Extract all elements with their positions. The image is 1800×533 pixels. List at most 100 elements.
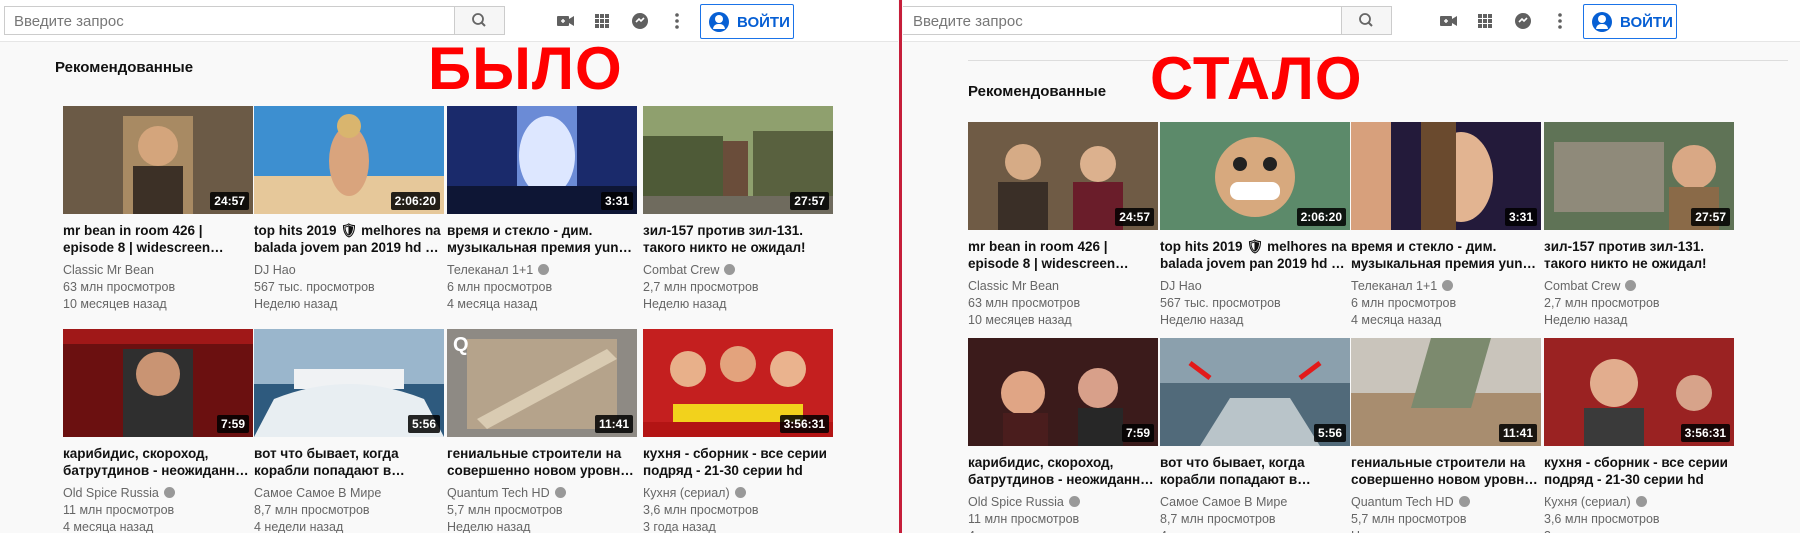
divider	[899, 0, 902, 533]
masthead: Введите запрос ВОЙТИ	[903, 0, 1800, 42]
login-label: ВОЙТИ	[737, 14, 790, 31]
video-card[interactable]: 27:57 зил-157 против зил-131. такого никт…	[1544, 122, 1734, 329]
video-thumbnail[interactable]: 2:06:20	[254, 106, 444, 214]
view-count: 567 тыс. просмотров	[254, 280, 375, 294]
video-thumbnail[interactable]: 7:59	[968, 338, 1158, 446]
video-title[interactable]: top hits 2019 🛡 melhores na balada jovem…	[1160, 238, 1350, 272]
video-thumbnail[interactable]: 3:56:31	[643, 329, 833, 437]
video-thumbnail[interactable]: 5:56	[254, 329, 444, 437]
video-card[interactable]: Q 11:41 гениальные строители на совершенно…	[447, 329, 637, 533]
video-card[interactable]: 7:59 карибидис, скороход, батрутдинов - н…	[63, 329, 253, 533]
channel-name[interactable]: Old Spice Russia	[968, 495, 1064, 509]
video-card[interactable]: 27:57 зил-157 против зил-131. такого никт…	[643, 106, 833, 313]
messages-icon[interactable]	[629, 10, 651, 32]
login-button[interactable]: ВОЙТИ	[700, 4, 794, 39]
video-title[interactable]: время и стекло - дим. музыкальная премия…	[447, 222, 637, 256]
duration-badge: 5:56	[1313, 424, 1346, 442]
search-input[interactable]: Введите запрос	[903, 6, 1342, 35]
video-thumbnail[interactable]: 3:56:31	[1544, 338, 1734, 446]
video-card[interactable]: 5:56 вот что бывает, когда корабли попада…	[1160, 338, 1350, 533]
video-thumbnail[interactable]: 11:41	[1351, 338, 1541, 446]
channel-name[interactable]: Combat Crew	[643, 263, 719, 277]
video-thumbnail[interactable]: 3:31	[447, 106, 637, 214]
before-label: БЫЛО	[428, 35, 623, 102]
view-count: 5,7 млн просмотров	[447, 503, 563, 517]
channel-name[interactable]: Quantum Tech HD	[447, 486, 550, 500]
messages-icon[interactable]	[1512, 10, 1534, 32]
video-card[interactable]: 2:06:20 top hits 2019 🛡 melhores na balad…	[1160, 122, 1350, 329]
video-thumbnail[interactable]: 27:57	[1544, 122, 1734, 230]
video-card[interactable]: 5:56 вот что бывает, когда корабли попада…	[254, 329, 444, 533]
video-card[interactable]: 3:31 время и стекло - дим. музыкальная пр…	[447, 106, 637, 313]
video-title[interactable]: время и стекло - дим. музыкальная премия…	[1351, 238, 1541, 272]
video-thumbnail[interactable]: Q 11:41	[447, 329, 637, 437]
video-card[interactable]: 2:06:20 top hits 2019 🛡 melhores na balad…	[254, 106, 444, 313]
channel-name[interactable]: Телеканал 1+1	[447, 263, 533, 277]
channel-name[interactable]: Самое Самое В Мире	[1160, 495, 1287, 509]
video-title[interactable]: карибидис, скороход, батрутдинов - неожи…	[63, 445, 253, 479]
video-thumbnail[interactable]: 2:06:20	[1160, 122, 1350, 230]
channel-name[interactable]: Classic Mr Bean	[63, 263, 154, 277]
video-thumbnail[interactable]: 27:57	[643, 106, 833, 214]
video-thumbnail[interactable]: 5:56	[1160, 338, 1350, 446]
video-title[interactable]: зил-157 против зил-131. такого никто не …	[643, 222, 833, 256]
channel-name[interactable]: Самое Самое В Мире	[254, 486, 381, 500]
channel-name[interactable]: Кухня (сериал)	[643, 486, 730, 500]
upload-age: Неделю назад	[1351, 528, 1541, 533]
video-title[interactable]: top hits 2019 🛡 melhores na balada jovem…	[254, 222, 444, 256]
separator	[968, 60, 1788, 61]
video-thumbnail[interactable]: 24:57	[63, 106, 253, 214]
channel-line: Quantum Tech HD	[447, 485, 637, 502]
video-thumbnail[interactable]: 3:31	[1351, 122, 1541, 230]
video-card[interactable]: 3:56:31 кухня - сборник - все серии подря…	[643, 329, 833, 533]
duration-badge: 24:57	[210, 192, 249, 210]
video-card[interactable]: 3:31 время и стекло - дим. музыкальная пр…	[1351, 122, 1541, 329]
video-title[interactable]: гениальные строители на совершенно новом…	[447, 445, 637, 479]
search-button[interactable]	[455, 6, 505, 35]
upload-age: Неделю назад	[254, 297, 338, 311]
video-title[interactable]: зил-157 против зил-131. такого никто не …	[1544, 238, 1734, 272]
video-card[interactable]: 24:57 mr bean in room 426 | episode 8 | w…	[63, 106, 253, 313]
channel-name[interactable]: Classic Mr Bean	[968, 279, 1059, 293]
verified-icon	[724, 264, 736, 275]
video-title[interactable]: вот что бывает, когда корабли попадают в…	[1160, 454, 1350, 488]
video-title[interactable]: карибидис, скороход, батрутдинов - неожи…	[968, 454, 1158, 488]
create-video-icon[interactable]	[554, 10, 576, 32]
upload-age: 4 месяца назад	[447, 297, 538, 311]
video-card[interactable]: 7:59 карибидис, скороход, батрутдинов - н…	[968, 338, 1158, 533]
video-title[interactable]: кухня - сборник - все серии подряд - 21-…	[1544, 454, 1734, 488]
search-input[interactable]: Введите запрос	[4, 6, 455, 35]
video-title[interactable]: кухня - сборник - все серии подряд - 21-…	[643, 445, 833, 479]
video-title[interactable]: mr bean in room 426 | episode 8 | widesc…	[63, 222, 253, 256]
video-thumbnail[interactable]: 24:57	[968, 122, 1158, 230]
upload-age: 3 года назад	[1544, 528, 1734, 533]
after-label: СТАЛО	[1150, 45, 1363, 112]
view-count: 6 млн просмотров	[447, 280, 553, 294]
section-title: Рекомендованные	[55, 59, 194, 76]
channel-name[interactable]: DJ Hao	[254, 263, 296, 277]
more-vert-icon[interactable]	[666, 10, 688, 32]
video-thumbnail[interactable]: 7:59	[63, 329, 253, 437]
account-icon	[1592, 12, 1612, 32]
video-card[interactable]: 11:41 гениальные строители на совершенно …	[1351, 338, 1541, 533]
channel-name[interactable]: Old Spice Russia	[63, 486, 159, 500]
channel-name[interactable]: Quantum Tech HD	[1351, 495, 1454, 509]
apps-grid-icon[interactable]	[591, 10, 613, 32]
video-card[interactable]: 3:56:31 кухня - сборник - все серии подря…	[1544, 338, 1734, 533]
video-title[interactable]: mr bean in room 426 | episode 8 | widesc…	[968, 238, 1158, 272]
create-video-icon[interactable]	[1437, 10, 1459, 32]
channel-line: Old Spice Russia	[63, 485, 253, 502]
channel-name[interactable]: Combat Crew	[1544, 279, 1620, 293]
channel-line: Кухня (сериал)	[643, 485, 833, 502]
login-button[interactable]: ВОЙТИ	[1583, 4, 1677, 39]
apps-grid-icon[interactable]	[1474, 10, 1496, 32]
video-title[interactable]: гениальные строители на совершенно новом…	[1351, 454, 1541, 488]
more-vert-icon[interactable]	[1549, 10, 1571, 32]
channel-name[interactable]: Кухня (сериал)	[1544, 495, 1631, 509]
channel-name[interactable]: Телеканал 1+1	[1351, 279, 1437, 293]
search-button[interactable]	[1342, 6, 1392, 35]
video-title[interactable]: вот что бывает, когда корабли попадают в…	[254, 445, 444, 479]
video-card[interactable]: 24:57 mr bean in room 426 | episode 8 | w…	[968, 122, 1158, 329]
upload-age: 10 месяцев назад	[968, 313, 1072, 327]
channel-name[interactable]: DJ Hao	[1160, 279, 1202, 293]
